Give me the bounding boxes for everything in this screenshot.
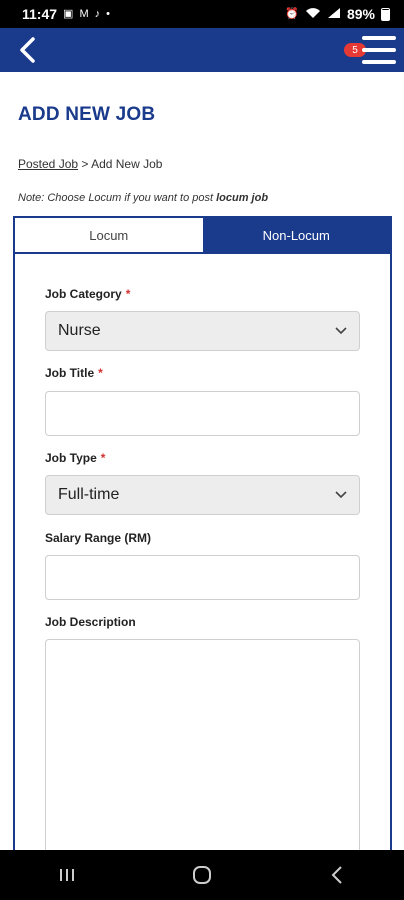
image-notification-icon: ▣: [63, 7, 74, 20]
tab-non-locum[interactable]: Non-Locum: [202, 218, 390, 252]
hamburger-icon-line: [362, 36, 396, 40]
breadcrumb: Posted Job > Add New Job: [18, 157, 162, 171]
chevron-down-icon: [335, 327, 347, 335]
music-note-icon: ♪: [94, 7, 101, 20]
job-type-tabs: Locum Non-Locum: [13, 216, 392, 254]
job-type-value: Full-time: [58, 486, 120, 503]
job-type-select[interactable]: Full-time: [45, 475, 360, 515]
chevron-down-icon: [335, 491, 347, 499]
recent-apps-icon: [60, 869, 75, 881]
battery-icon: [381, 7, 390, 21]
required-marker: *: [125, 287, 131, 301]
job-category-value: Nurse: [58, 322, 101, 339]
back-arrow-icon: [331, 866, 342, 884]
job-category-label: Job Category *: [45, 287, 130, 301]
job-title-label-text: Job Title: [45, 366, 95, 380]
required-marker: *: [98, 366, 103, 380]
breadcrumb-current: Add New Job: [91, 157, 163, 171]
breadcrumb-separator: >: [78, 157, 92, 171]
tab-locum[interactable]: Locum: [15, 218, 203, 252]
salary-range-input[interactable]: [45, 555, 360, 600]
home-button[interactable]: [182, 855, 222, 895]
home-icon: [192, 866, 211, 884]
breadcrumb-link-posted-job[interactable]: Posted Job: [18, 157, 78, 171]
job-title-label: Job Title *: [45, 366, 103, 380]
job-category-label-text: Job Category: [45, 287, 122, 301]
wifi-icon: [305, 7, 321, 22]
locum-note: Note: Choose Locum if you want to post l…: [18, 192, 268, 204]
job-type-label-text: Job Type: [45, 451, 97, 465]
status-time: 11:47: [22, 6, 58, 22]
recent-apps-button[interactable]: [47, 855, 87, 895]
note-text: Note: Choose Locum if you want to post: [18, 192, 217, 204]
page-title: ADD NEW JOB: [18, 104, 156, 125]
salary-range-label: Salary Range (RM): [45, 531, 152, 545]
back-nav-button[interactable]: [317, 855, 357, 895]
hamburger-icon-line: [362, 48, 396, 52]
job-category-select[interactable]: Nurse: [45, 311, 360, 351]
menu-button[interactable]: [362, 34, 396, 66]
job-description-label: Job Description: [45, 615, 136, 629]
job-title-input[interactable]: [45, 391, 360, 436]
job-type-label: Job Type *: [45, 451, 105, 465]
gmail-icon: M: [79, 7, 89, 20]
job-description-textarea[interactable]: [45, 639, 360, 879]
app-header: 5: [0, 28, 404, 72]
back-button[interactable]: [14, 36, 42, 64]
dot-icon: •: [106, 7, 110, 20]
required-marker: *: [100, 451, 106, 465]
alarm-icon: ⏰: [285, 7, 299, 20]
note-emphasis: locum job: [216, 192, 269, 204]
chevron-left-icon: [20, 37, 35, 63]
battery-percentage: 89%: [346, 6, 375, 22]
system-nav-bar: [0, 850, 404, 900]
signal-icon: [327, 7, 341, 22]
status-bar: 11:47 ▣ M ♪ • ⏰ 89%: [0, 0, 404, 28]
hamburger-icon-line: [362, 60, 396, 64]
